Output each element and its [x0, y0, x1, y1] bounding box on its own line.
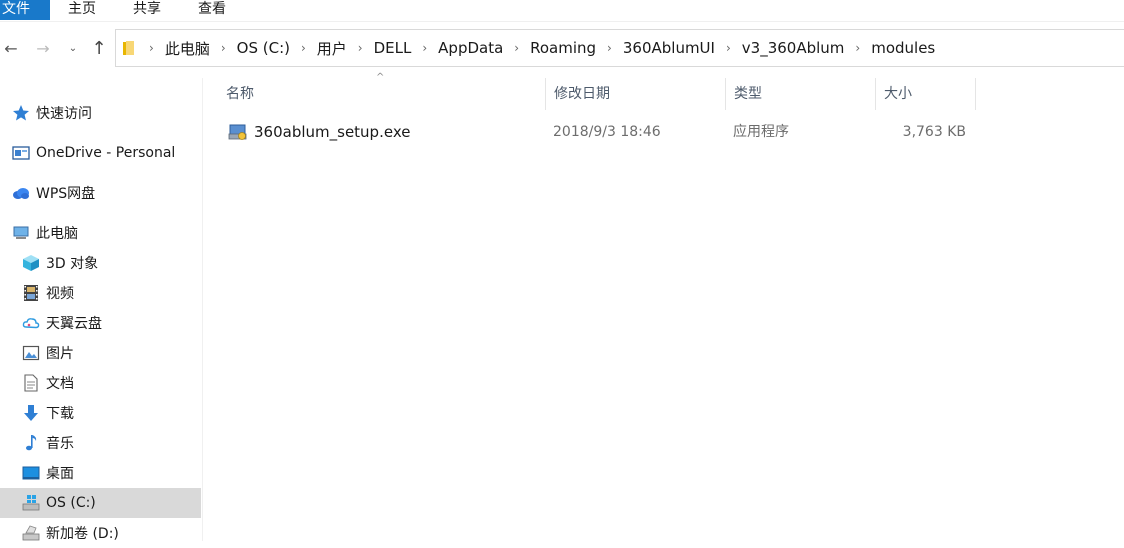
cloud-icon	[12, 184, 30, 202]
breadcrumb-separator[interactable]: ›	[290, 41, 317, 55]
navigation-pane: 快速访问 OneDrive - Personal WPS网盘 此电脑 3D 对象…	[0, 78, 203, 542]
column-header-size[interactable]: 大小	[876, 78, 976, 110]
sidebar-item-label: 文档	[46, 376, 74, 392]
sidebar-item-wps-drive[interactable]: WPS网盘	[0, 178, 201, 208]
sidebar-item-label: 3D 对象	[46, 256, 99, 272]
sidebar-item-this-pc[interactable]: 此电脑	[0, 218, 201, 248]
sidebar-item-label: 天翼云盘	[46, 316, 102, 332]
sidebar-item-label: 新加卷 (D:)	[46, 526, 119, 542]
file-date-modified: 2018/9/3 18:46	[553, 124, 661, 140]
sidebar-item-label: 此电脑	[36, 226, 78, 242]
sidebar-item-tianyi-cloud[interactable]: 天翼云盘	[0, 308, 201, 338]
file-name[interactable]: 360ablum_setup.exe	[254, 118, 410, 146]
sidebar-item-new-volume-d[interactable]: 新加卷 (D:)	[0, 518, 201, 548]
tianyi-cloud-icon	[22, 314, 40, 332]
sidebar-item-label: 图片	[46, 346, 74, 362]
breadcrumb-roaming[interactable]: Roaming	[530, 39, 596, 57]
breadcrumb-appdata[interactable]: AppData	[438, 39, 503, 57]
sidebar-item-quick-access[interactable]: 快速访问	[0, 98, 201, 128]
column-header-date-modified[interactable]: 修改日期	[546, 78, 726, 110]
file-type: 应用程序	[733, 124, 789, 140]
sidebar-item-downloads[interactable]: 下载	[0, 398, 201, 428]
document-icon	[22, 374, 40, 392]
picture-icon	[22, 344, 40, 362]
breadcrumb-separator[interactable]: ›	[411, 41, 438, 55]
sidebar-item-videos[interactable]: 视频	[0, 278, 201, 308]
breadcrumb-users[interactable]: 用户	[317, 38, 347, 59]
onedrive-icon	[12, 144, 30, 162]
forward-button[interactable]: →	[32, 36, 54, 62]
sidebar-item-3d-objects[interactable]: 3D 对象	[0, 248, 201, 278]
column-header-name[interactable]: 名称	[218, 78, 546, 110]
tab-file[interactable]: 文件	[0, 0, 50, 20]
sidebar-item-label: 音乐	[46, 436, 74, 452]
music-note-icon	[22, 434, 40, 452]
sidebar-item-documents[interactable]: 文档	[0, 368, 201, 398]
sidebar-item-pictures[interactable]: 图片	[0, 338, 201, 368]
cube-icon	[22, 254, 40, 272]
breadcrumb: › 此电脑 › OS (C:) › 用户 › DELL › AppData › …	[138, 30, 935, 66]
back-button[interactable]: ←	[0, 36, 22, 62]
file-row[interactable]: 360ablum_setup.exe 2018/9/3 18:46 应用程序 3…	[220, 118, 980, 146]
sidebar-item-label: OS (C:)	[46, 495, 96, 511]
ribbon-tabs: 文件 主页 共享 查看	[0, 0, 1124, 22]
breadcrumb-360ablumui[interactable]: 360AblumUI	[623, 39, 715, 57]
breadcrumb-os-c[interactable]: OS (C:)	[237, 39, 290, 57]
tab-share[interactable]: 共享	[125, 0, 169, 20]
file-size: 3,763 KB	[902, 124, 966, 140]
breadcrumb-separator[interactable]: ›	[138, 41, 165, 55]
drive-icon	[22, 524, 40, 542]
film-icon	[22, 284, 40, 302]
sidebar-item-label: WPS网盘	[36, 186, 96, 202]
breadcrumb-separator[interactable]: ›	[844, 41, 871, 55]
breadcrumb-separator[interactable]: ›	[715, 41, 742, 55]
sidebar-item-onedrive[interactable]: OneDrive - Personal	[0, 138, 201, 168]
breadcrumb-separator[interactable]: ›	[596, 41, 623, 55]
breadcrumb-separator[interactable]: ›	[347, 41, 374, 55]
sidebar-item-label: 视频	[46, 286, 74, 302]
download-arrow-icon	[22, 404, 40, 422]
breadcrumb-modules[interactable]: modules	[871, 39, 935, 57]
sidebar-item-desktop[interactable]: 桌面	[0, 458, 201, 488]
installer-icon	[228, 124, 247, 140]
computer-icon	[12, 224, 30, 242]
sidebar-item-os-c[interactable]: OS (C:)	[0, 488, 201, 518]
windows-drive-icon	[22, 494, 40, 512]
breadcrumb-this-pc[interactable]: 此电脑	[165, 38, 210, 59]
sidebar-item-label: 下载	[46, 406, 74, 422]
tab-home[interactable]: 主页	[60, 0, 104, 20]
breadcrumb-separator[interactable]: ›	[503, 41, 530, 55]
up-button[interactable]: ↑	[88, 36, 110, 62]
folder-icon	[123, 41, 134, 55]
sidebar-item-music[interactable]: 音乐	[0, 428, 201, 458]
recent-locations-chevron-icon[interactable]: ⌄	[62, 36, 84, 62]
breadcrumb-separator[interactable]: ›	[210, 41, 237, 55]
sidebar-item-label: 快速访问	[36, 106, 92, 122]
breadcrumb-v3-360ablum[interactable]: v3_360Ablum	[742, 39, 845, 57]
column-header-type[interactable]: 类型	[726, 78, 876, 110]
tab-view[interactable]: 查看	[190, 0, 234, 20]
sidebar-item-label: OneDrive - Personal	[36, 145, 176, 161]
breadcrumb-dell[interactable]: DELL	[374, 39, 412, 57]
desktop-icon	[22, 464, 40, 482]
star-icon	[12, 104, 30, 122]
sidebar-item-label: 桌面	[46, 466, 74, 482]
address-bar[interactable]: › 此电脑 › OS (C:) › 用户 › DELL › AppData › …	[115, 29, 1124, 67]
